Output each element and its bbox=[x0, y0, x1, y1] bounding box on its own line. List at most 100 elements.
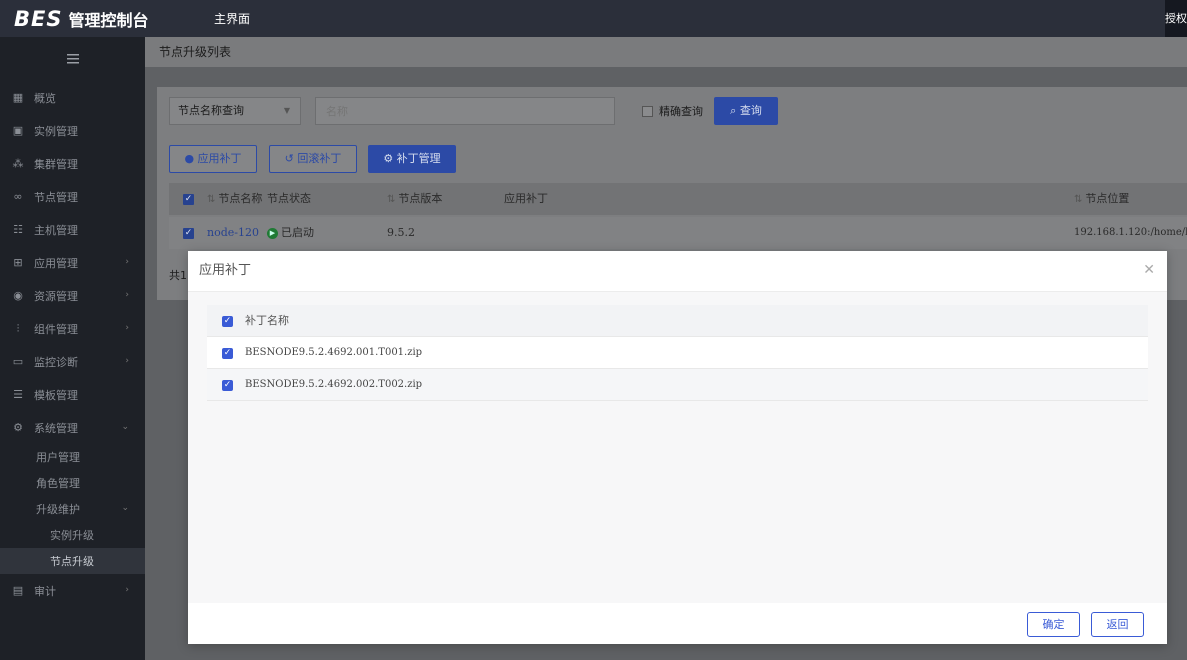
sidebar-item-templates[interactable]: ☰ 模板管理 bbox=[0, 378, 145, 411]
apply-patch-label: 应用补丁 bbox=[197, 152, 242, 165]
select-all-checkbox[interactable]: ✓ bbox=[183, 194, 194, 205]
rollback-patch-label: 回滚补丁 bbox=[297, 152, 342, 165]
sidebar-item-label: 模板管理 bbox=[34, 388, 78, 402]
sidebar-item-overview[interactable]: ▦ 概览 bbox=[0, 81, 145, 114]
patch-checkbox[interactable]: ✓ bbox=[222, 380, 233, 391]
console-title: 管理控制台 bbox=[68, 10, 149, 30]
chevron-down-icon: ⌄ bbox=[121, 422, 129, 432]
row-checkbox[interactable]: ✓ bbox=[183, 228, 194, 239]
column-node-version[interactable]: ⇅ 节点版本 bbox=[387, 183, 442, 216]
dashboard-icon: ▦ bbox=[12, 91, 24, 104]
chevron-right-icon: › bbox=[125, 356, 129, 366]
sidebar-item-clusters[interactable]: ⁂ 集群管理 bbox=[0, 147, 145, 180]
sidebar-item-apps[interactable]: ⊞ 应用管理 › bbox=[0, 246, 145, 279]
resource-icon: ◉ bbox=[13, 289, 23, 302]
sidebar-item-label: 主机管理 bbox=[34, 223, 78, 237]
sidebar-item-label: 系统管理 bbox=[34, 421, 78, 435]
close-icon[interactable]: ✕ bbox=[1143, 263, 1155, 277]
table-row[interactable]: ✓ BESNODE9.5.2.4692.002.T002.zip bbox=[207, 369, 1148, 401]
logo-mark: BES bbox=[14, 6, 63, 31]
column-applied-patch: 应用补丁 bbox=[504, 192, 548, 205]
column-node-location[interactable]: ⇅ 节点位置 bbox=[1074, 183, 1129, 216]
patch-name: BESNODE9.5.2.4692.002.T002.zip bbox=[245, 379, 423, 390]
node-name-link[interactable]: node-120 bbox=[207, 217, 259, 249]
undo-icon: ↺ bbox=[284, 152, 298, 165]
patch-checkbox[interactable]: ✓ bbox=[222, 348, 233, 359]
collapse-button[interactable] bbox=[0, 37, 145, 81]
search-button[interactable]: ⌕ 查询 bbox=[714, 97, 778, 125]
sidebar-item-node-upgrade[interactable]: 节点升级 bbox=[0, 548, 145, 574]
sidebar-item-label: 用户管理 bbox=[36, 451, 80, 464]
app-icon: ⊞ bbox=[13, 256, 23, 269]
plus-circle-icon: ● bbox=[184, 152, 198, 165]
dialog-title: 应用补丁 bbox=[199, 263, 252, 278]
sidebar-item-upgrade[interactable]: 升级维护 ⌄ bbox=[0, 496, 145, 522]
node-location: 192.168.1.120:/home/be bbox=[1074, 227, 1187, 238]
patch-manage-button[interactable]: ⚙ 补丁管理 bbox=[368, 145, 456, 173]
sidebar-item-label: 概览 bbox=[34, 91, 56, 105]
status-badge: ▶ 已启动 bbox=[267, 217, 314, 249]
column-node-name[interactable]: ⇅ 节点名称 bbox=[207, 183, 262, 216]
apply-patch-dialog: 应用补丁 ✕ ✓ 补丁名称 ✓ BESNODE9.5.2.4692.001.T0… bbox=[188, 251, 1167, 644]
column-patch-name: 补丁名称 bbox=[245, 314, 289, 327]
sidebar-item-label: 节点管理 bbox=[34, 190, 78, 204]
exact-query-checkbox[interactable]: 精确查询 bbox=[642, 103, 703, 119]
template-icon: ☰ bbox=[13, 388, 23, 401]
license-link[interactable]: 授权 bbox=[1165, 0, 1187, 37]
name-search-input[interactable] bbox=[315, 97, 615, 125]
confirm-button[interactable]: 确定 bbox=[1027, 612, 1080, 637]
logo: BES 管理控制台 bbox=[0, 7, 200, 31]
sidebar-item-instance-upgrade[interactable]: 实例升级 bbox=[0, 522, 145, 548]
back-button[interactable]: 返回 bbox=[1091, 612, 1144, 637]
sidebar-item-label: 资源管理 bbox=[34, 289, 78, 303]
sidebar-item-users[interactable]: 用户管理 bbox=[0, 444, 145, 470]
sidebar-item-instances[interactable]: ▣ 实例管理 bbox=[0, 114, 145, 147]
select-all-patches-checkbox[interactable]: ✓ bbox=[222, 316, 233, 327]
query-type-select[interactable]: 节点名称查询 ▼ bbox=[169, 97, 301, 125]
query-type-value: 节点名称查询 bbox=[178, 104, 244, 117]
rollback-patch-button[interactable]: ↺ 回滚补丁 bbox=[269, 145, 357, 173]
sidebar-item-components[interactable]: ⫶ 组件管理 › bbox=[0, 312, 145, 345]
sidebar-item-label: 审计 bbox=[34, 584, 56, 598]
sidebar-item-audit[interactable]: ▤ 审计 › bbox=[0, 574, 145, 607]
chevron-right-icon: › bbox=[125, 323, 129, 333]
sidebar-item-label: 组件管理 bbox=[34, 322, 78, 336]
search-icon: ⌕ bbox=[730, 104, 740, 117]
patch-table-header: ✓ 补丁名称 bbox=[207, 305, 1148, 337]
cluster-icon: ⁂ bbox=[12, 157, 24, 170]
sidebar-item-label: 实例升级 bbox=[50, 529, 94, 542]
play-icon: ▶ bbox=[267, 227, 278, 239]
column-node-status: 节点状态 bbox=[267, 192, 311, 205]
exact-query-label: 精确查询 bbox=[659, 105, 703, 118]
node-version: 9.5.2 bbox=[387, 226, 415, 239]
sidebar-item-hosts[interactable]: ☷ 主机管理 bbox=[0, 213, 145, 246]
sidebar: ▦ 概览 ▣ 实例管理 ⁂ 集群管理 ∞ 节点管理 ☷ 主机管理 ⊞ 应用管理 … bbox=[0, 37, 145, 660]
node-icon: ∞ bbox=[13, 190, 23, 203]
instance-icon: ▣ bbox=[12, 124, 24, 137]
table-row[interactable]: ✓ BESNODE9.5.2.4692.001.T001.zip bbox=[207, 337, 1148, 369]
sidebar-item-label: 应用管理 bbox=[34, 256, 78, 270]
sidebar-item-label: 监控诊断 bbox=[34, 355, 78, 369]
chevron-down-icon: ▼ bbox=[283, 106, 290, 115]
patch-name: BESNODE9.5.2.4692.001.T001.zip bbox=[245, 347, 423, 358]
menu-fold-icon bbox=[66, 54, 79, 64]
sidebar-item-roles[interactable]: 角色管理 bbox=[0, 470, 145, 496]
chevron-right-icon: › bbox=[125, 290, 129, 300]
sidebar-item-system[interactable]: ⚙ 系统管理 ⌄ bbox=[0, 411, 145, 444]
sidebar-item-monitor[interactable]: ▭ 监控诊断 › bbox=[0, 345, 145, 378]
chevron-down-icon: ⌄ bbox=[121, 503, 129, 513]
checkbox-icon bbox=[642, 105, 653, 117]
sort-icon: ⇅ bbox=[207, 194, 216, 205]
chevron-right-icon: › bbox=[125, 585, 129, 595]
top-bar: BES 管理控制台 主界面 授权 bbox=[0, 0, 1187, 37]
audit-icon: ▤ bbox=[12, 584, 24, 597]
home-link[interactable]: 主界面 bbox=[214, 10, 250, 27]
monitor-icon: ▭ bbox=[12, 355, 24, 368]
sidebar-item-nodes[interactable]: ∞ 节点管理 bbox=[0, 180, 145, 213]
sidebar-item-resources[interactable]: ◉ 资源管理 › bbox=[0, 279, 145, 312]
pagination-total: 共1 bbox=[169, 269, 187, 282]
apply-patch-button[interactable]: ● 应用补丁 bbox=[169, 145, 257, 173]
patch-manage-label: 补丁管理 bbox=[396, 152, 441, 165]
page-title: 节点升级列表 bbox=[145, 37, 1187, 67]
sidebar-item-label: 升级维护 bbox=[36, 503, 80, 516]
